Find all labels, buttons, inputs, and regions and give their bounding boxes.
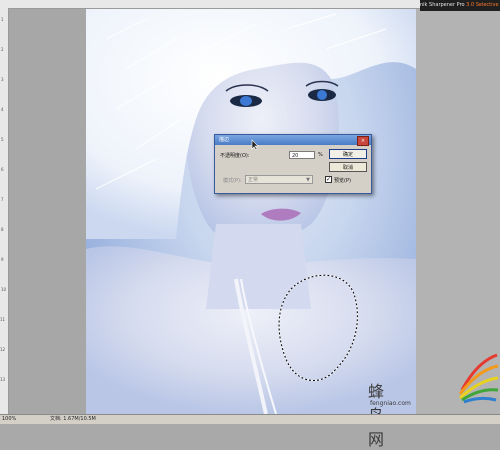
ruler-label: 1 xyxy=(1,17,4,22)
ruler-label: 5 xyxy=(1,137,4,142)
ruler-label: 12 xyxy=(0,347,6,352)
plugin-version: 3.0 Selective xyxy=(466,2,499,8)
dialog-titlebar[interactable]: 描边 × xyxy=(215,135,371,146)
cursor-icon xyxy=(251,139,259,151)
preview-checkbox[interactable]: ✓ xyxy=(325,176,332,183)
ruler-label: 10 xyxy=(1,287,7,292)
ok-button[interactable]: 确定 xyxy=(329,149,367,159)
mode-select[interactable]: 正常 ▼ xyxy=(245,175,313,184)
fade-dialog[interactable]: 描边 × 不透明度(O): 20 % 确定 取消 模式(P): 正常 ▼ ✓ 预… xyxy=(214,134,372,194)
ruler-label: 8 xyxy=(1,227,4,232)
plugin-banner[interactable]: nik Sharpener Pro 3.0 Selective xyxy=(420,0,500,11)
ruler-label: 13 xyxy=(0,377,6,382)
neck-shape xyxy=(206,224,311,309)
percent-label: % xyxy=(318,152,323,158)
ruler-label: 7 xyxy=(1,197,4,202)
ruler-label: 2 xyxy=(1,47,4,52)
plugin-name: nik Sharpener Pro xyxy=(420,2,465,8)
ruler-label: 9 xyxy=(1,257,4,262)
opacity-input[interactable]: 20 xyxy=(289,151,315,159)
ruler-label: 6 xyxy=(1,167,4,172)
vertical-ruler[interactable]: 1 2 3 4 5 6 7 8 9 10 11 12 13 xyxy=(0,8,9,414)
cancel-button[interactable]: 取消 xyxy=(329,162,367,172)
ruler-label: 3 xyxy=(1,77,4,82)
dialog-title: 描边 xyxy=(219,137,230,143)
chevron-down-icon: ▼ xyxy=(306,177,310,183)
feather-logo-icon xyxy=(458,353,499,404)
ruler-label: 4 xyxy=(1,107,4,112)
document-photo[interactable] xyxy=(86,9,416,414)
ruler-label: 11 xyxy=(0,317,6,322)
mode-value: 正常 xyxy=(248,177,259,183)
mode-label: 模式(P): xyxy=(223,178,242,184)
opacity-label: 不透明度(O): xyxy=(220,153,250,159)
photo-illustration xyxy=(86,9,416,414)
preview-label: 预览(P) xyxy=(334,178,351,184)
watermark-url: fengniao.com xyxy=(370,400,411,407)
close-icon[interactable]: × xyxy=(357,136,369,146)
